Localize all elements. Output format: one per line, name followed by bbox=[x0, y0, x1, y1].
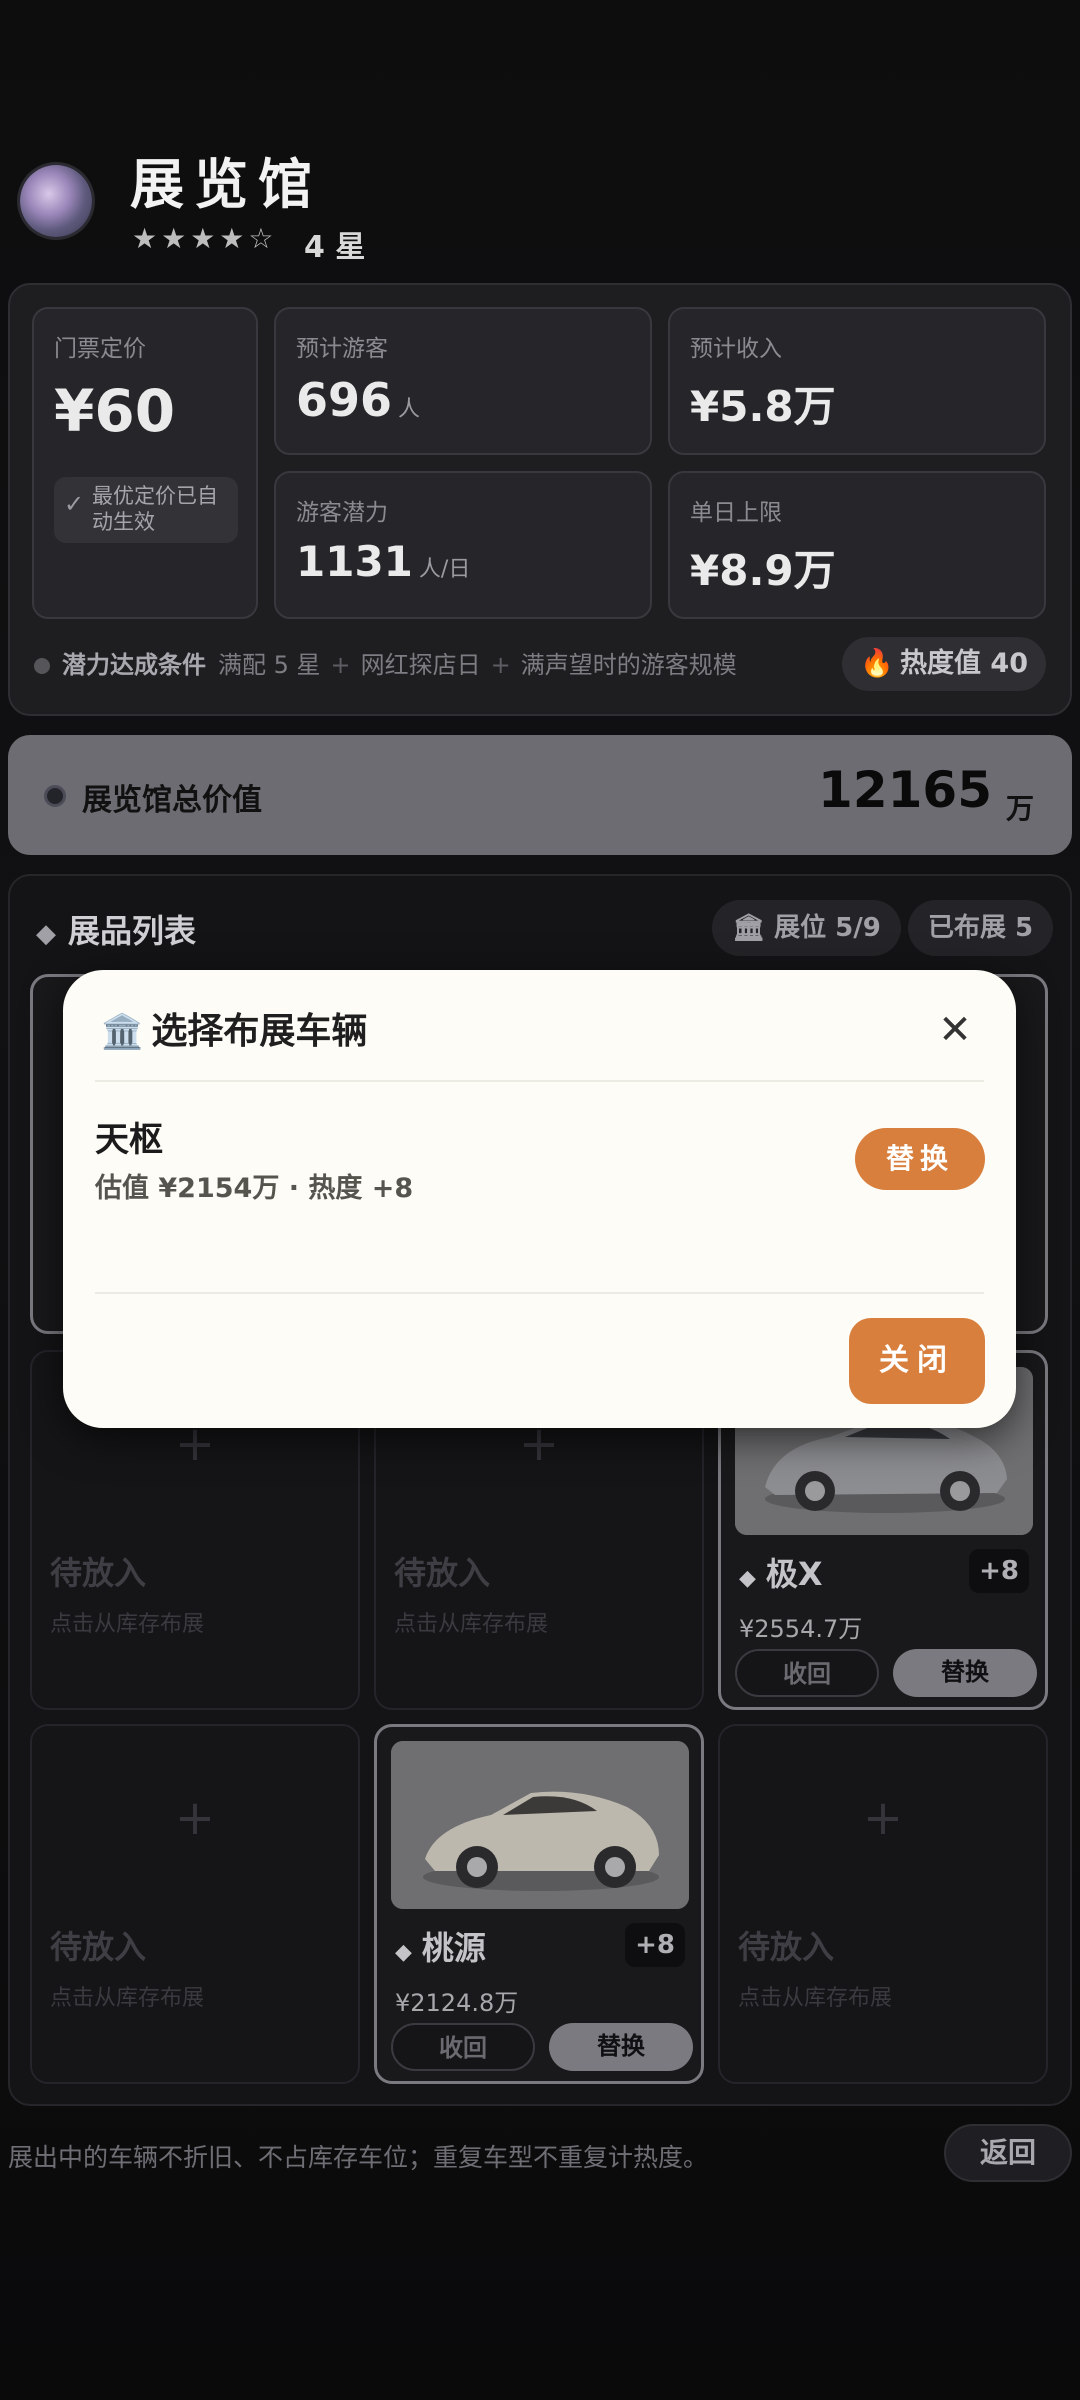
ticket-price-label: 门票定价 bbox=[54, 336, 146, 362]
modal-car-meta: 估值 ¥2154万 · 热度 +8 bbox=[95, 1173, 414, 1204]
recall-button[interactable]: 收回 bbox=[391, 2023, 535, 2071]
expected-income-card: 预计收入 ¥5.8万 bbox=[668, 307, 1046, 455]
car-image bbox=[391, 1741, 689, 1909]
auto-price-note: 最优定价已自动生效 bbox=[92, 484, 218, 534]
exhibit-list-title: ◆ 展品列表 bbox=[36, 912, 197, 950]
daily-cap-value: ¥8.9万 bbox=[690, 546, 836, 595]
flame-icon: 🔥 bbox=[860, 648, 895, 679]
ticket-price-card[interactable]: 门票定价 ¥60 ✓ 最优定价已自动生效 bbox=[32, 307, 258, 619]
modal-title: 🏛️ 选择布展车辆 bbox=[101, 1011, 368, 1052]
total-value-bar: 展览馆总价值 12165 万 bbox=[8, 735, 1072, 855]
auto-price-badge: ✓ 最优定价已自动生效 bbox=[54, 477, 238, 543]
modal-swap-button[interactable]: 替换 bbox=[855, 1128, 985, 1190]
condition-item: 满配 5 星 bbox=[218, 651, 321, 679]
visitor-potential-value: 1131 bbox=[296, 537, 413, 586]
star-rating-text: 4 星 bbox=[304, 230, 366, 265]
plus-icon: + bbox=[174, 1790, 216, 1846]
condition-label: 潜力达成条件 bbox=[62, 651, 206, 679]
recall-button[interactable]: 收回 bbox=[735, 1649, 879, 1697]
empty-slot-label: 待放入 bbox=[394, 1554, 491, 1592]
diamond-icon: ◆ bbox=[36, 919, 56, 949]
empty-slot[interactable]: + 待放入 点击从库存布展 bbox=[30, 1724, 360, 2084]
modal-divider bbox=[95, 1292, 984, 1294]
total-value-label: 展览馆总价值 bbox=[82, 783, 262, 818]
select-car-modal: 🏛️ 选择布展车辆 ✕ 天枢 估值 ¥2154万 · 热度 +8 替换 关闭 bbox=[63, 970, 1016, 1428]
modal-car-name: 天枢 bbox=[95, 1120, 163, 1160]
car-name: ◆ 极X bbox=[739, 1555, 823, 1593]
star-rating: ★★★★☆ bbox=[132, 222, 278, 255]
total-value-icon bbox=[44, 785, 66, 807]
empty-slot-hint: 点击从库存布展 bbox=[50, 1986, 205, 2011]
condition-item: 满声望时的游客规模 bbox=[520, 651, 737, 679]
deployed-pill: 已布展 5 bbox=[908, 900, 1054, 956]
car-heat-badge: +8 bbox=[969, 1549, 1029, 1593]
museum-icon: 🏛️ bbox=[101, 1012, 144, 1052]
empty-slot-label: 待放入 bbox=[50, 1928, 147, 1966]
modal-divider bbox=[95, 1080, 984, 1082]
ticket-price-value: ¥60 bbox=[54, 377, 176, 445]
expected-visitors-card: 预计游客 696 人 bbox=[274, 307, 652, 455]
empty-slot-hint: 点击从库存布展 bbox=[738, 1986, 893, 2011]
condition-item: 网红探店日 bbox=[360, 651, 481, 679]
slots-pill: 🏛 展位 5/9 bbox=[712, 900, 901, 956]
car-name: ◆ 桃源 bbox=[395, 1929, 486, 1967]
daily-cap-label: 单日上限 bbox=[690, 500, 782, 526]
expected-visitors-unit: 人 bbox=[398, 397, 421, 422]
visitor-potential-label: 游客潜力 bbox=[296, 500, 388, 526]
car-silhouette-icon bbox=[391, 1741, 689, 1909]
empty-slot-label: 待放入 bbox=[738, 1928, 835, 1966]
swap-button[interactable]: 替换 bbox=[549, 2023, 693, 2071]
page-title: 展览馆 bbox=[130, 153, 322, 216]
stats-panel: 门票定价 ¥60 ✓ 最优定价已自动生效 预计游客 696 人 预计收入 ¥5.8… bbox=[8, 283, 1072, 716]
footer-note: 展出中的车辆不折旧、不占库存车位；重复车型不重复计热度。 bbox=[8, 2143, 709, 2172]
empty-slot-hint: 点击从库存布展 bbox=[50, 1612, 205, 1637]
heat-value: 热度值 40 bbox=[900, 648, 1028, 679]
check-icon: ✓ bbox=[64, 490, 85, 518]
back-button[interactable]: 返回 bbox=[944, 2124, 1072, 2182]
empty-slot-hint: 点击从库存布展 bbox=[394, 1612, 549, 1637]
exhibit-slot-taoyuan: ◆ 桃源 +8 ¥2124.8万 收回 替换 bbox=[374, 1724, 704, 2084]
expected-visitors-label: 预计游客 bbox=[296, 336, 388, 362]
empty-slot[interactable]: + 待放入 点击从库存布展 bbox=[718, 1724, 1048, 2084]
diamond-icon: ◆ bbox=[395, 1940, 412, 1965]
heat-value-pill: 🔥 热度值 40 bbox=[842, 637, 1046, 691]
swap-button[interactable]: 替换 bbox=[893, 1649, 1037, 1697]
potential-condition-row: 潜力达成条件 满配 5 星 + 网红探店日 + 满声望时的游客规模 bbox=[34, 645, 737, 680]
museum-icon: 🏛 bbox=[732, 913, 766, 943]
daily-cap-card: 单日上限 ¥8.9万 bbox=[668, 471, 1046, 619]
total-value-number: 12165 bbox=[818, 761, 992, 819]
gallery-logo bbox=[20, 165, 92, 237]
expected-income-label: 预计收入 bbox=[690, 336, 782, 362]
diamond-icon: ◆ bbox=[739, 1566, 756, 1591]
visitor-potential-card: 游客潜力 1131 人/日 bbox=[274, 471, 652, 619]
total-value-unit: 万 bbox=[1005, 792, 1034, 825]
expected-visitors-value: 696 bbox=[296, 373, 393, 427]
plus-icon: + bbox=[862, 1790, 904, 1846]
car-price: ¥2124.8万 bbox=[395, 1989, 519, 2017]
close-icon[interactable]: ✕ bbox=[933, 1008, 977, 1052]
car-heat-badge: +8 bbox=[625, 1923, 685, 1967]
car-price: ¥2554.7万 bbox=[739, 1615, 863, 1643]
empty-slot-label: 待放入 bbox=[50, 1554, 147, 1592]
modal-close-button[interactable]: 关闭 bbox=[849, 1318, 985, 1404]
expected-income-value: ¥5.8万 bbox=[690, 382, 836, 431]
condition-dot-icon bbox=[34, 658, 50, 674]
visitor-potential-unit: 人/日 bbox=[418, 557, 471, 582]
